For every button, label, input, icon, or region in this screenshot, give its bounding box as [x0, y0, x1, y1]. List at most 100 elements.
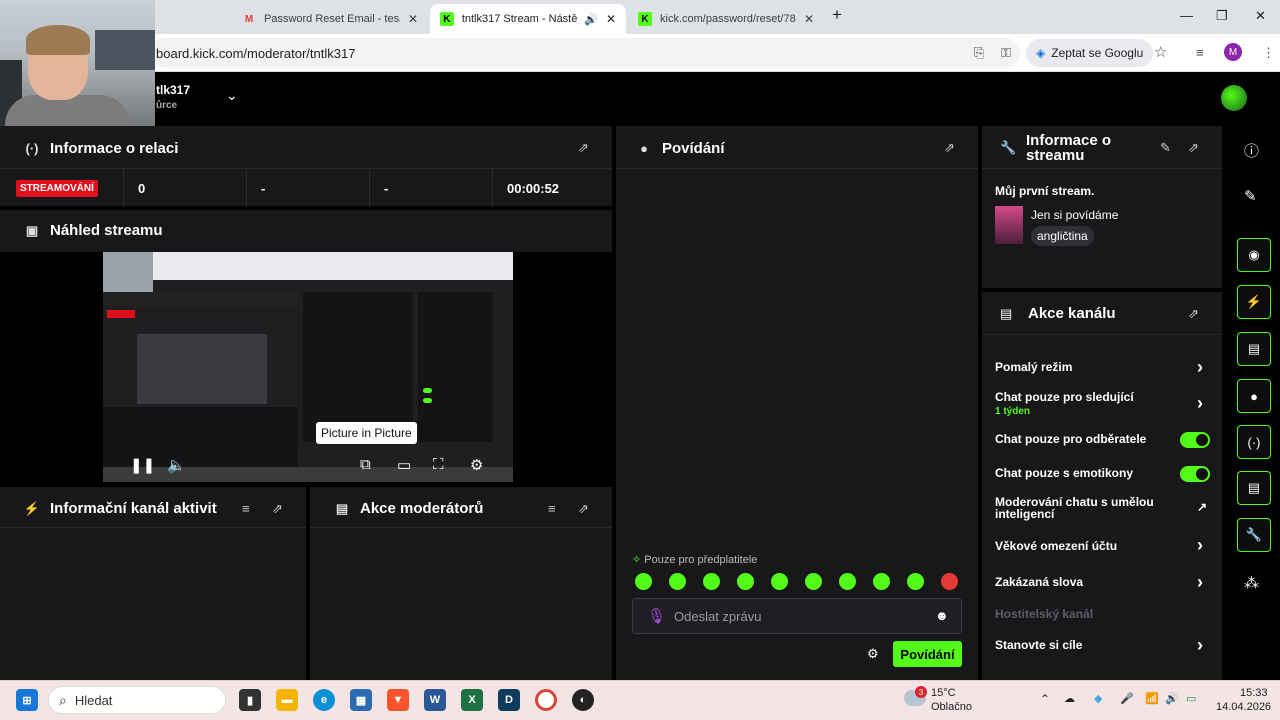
add-widget-icon[interactable]: ⁂ [1244, 574, 1259, 592]
speaker-icon[interactable]: 🔊 [584, 13, 598, 26]
excel-icon[interactable]: X [461, 689, 483, 711]
action-banned-words[interactable]: Zakázaná slova [995, 575, 1083, 589]
rail-preview-button[interactable]: ◉ [1237, 238, 1271, 272]
word-icon[interactable]: W [424, 689, 446, 711]
settings-icon[interactable]: ⚙ [470, 456, 483, 474]
clock-time[interactable]: 15:33 [1240, 687, 1268, 699]
edit-icon[interactable]: ✎ [1160, 140, 1171, 156]
mic-icon[interactable]: 🎤 [1120, 692, 1134, 705]
chrome-icon[interactable] [535, 689, 557, 711]
chevron-right-icon[interactable]: › [1197, 535, 1203, 556]
star-icon[interactable]: ☆ [1154, 43, 1167, 61]
close-icon[interactable]: ✕ [606, 12, 616, 26]
security-icon[interactable]: ◆ [1094, 692, 1102, 705]
battery-icon[interactable]: ▭ [1186, 692, 1196, 705]
tab-stream-dashboard[interactable]: K tntlk317 Stream - Nástěnka 🔊 ✕ [430, 4, 626, 34]
minimize-icon[interactable]: — [1180, 8, 1193, 23]
chevron-up-icon[interactable]: ⌃ [1040, 692, 1050, 706]
filter-icon[interactable]: ≡ [242, 501, 250, 516]
emotes-only-toggle[interactable] [1180, 466, 1210, 482]
chevron-down-icon[interactable]: ⌄ [226, 87, 238, 104]
media-control-icon[interactable]: ≡ [1196, 45, 1204, 60]
emote-1[interactable] [635, 573, 652, 590]
action-ai-moderation[interactable]: Moderování chatu s umělou inteligencí [995, 496, 1165, 520]
chat-input[interactable]: 🎙 Odeslat zprávu ☻ [632, 598, 962, 634]
chevron-right-icon[interactable]: › [1197, 635, 1203, 656]
rail-streaminfo-button[interactable]: 🔧 [1237, 518, 1271, 552]
microphone-icon[interactable]: 🎙 [647, 607, 666, 625]
chat-send-button[interactable]: Povídání [893, 641, 962, 667]
close-icon[interactable]: ✕ [804, 12, 814, 26]
action-age-restriction[interactable]: Věkové omezení účtu [995, 539, 1117, 553]
fullscreen-icon[interactable]: ⛶ [433, 456, 444, 473]
chevron-right-icon[interactable]: › [1197, 572, 1203, 593]
stream-preview-video[interactable] [103, 252, 513, 482]
wifi-icon[interactable]: 📶 [1145, 692, 1159, 705]
chat-settings-icon[interactable]: ⚙ [867, 646, 879, 662]
emoji-icon[interactable]: ☻ [935, 608, 949, 623]
taskbar-search[interactable]: ⌕ Hledat [48, 686, 226, 714]
filter-icon[interactable]: ≡ [548, 501, 556, 516]
action-followers-only[interactable]: Chat pouze pro sledující 1 týden [995, 390, 1134, 417]
emote-10[interactable] [941, 573, 958, 590]
action-set-goals[interactable]: Stanovte si cíle [995, 638, 1082, 652]
chevron-right-icon[interactable]: › [1197, 357, 1203, 378]
wrench-icon: 🔧 [1245, 527, 1263, 542]
url-field[interactable]: board.kick.com/moderator/tntlk317 [150, 38, 1020, 68]
action-slow-mode[interactable]: Pomalý režim [995, 360, 1072, 374]
emote-2[interactable] [669, 573, 686, 590]
emote-4[interactable] [737, 573, 754, 590]
translate-icon[interactable]: ⎘ [974, 45, 984, 61]
new-tab-button[interactable]: + [832, 5, 842, 25]
user-avatar[interactable] [1221, 85, 1247, 111]
pip-icon[interactable]: ⧉ [360, 456, 371, 473]
rail-session-button[interactable]: (·) [1237, 425, 1271, 459]
ask-google-button[interactable]: ◈ Zeptat se Googlu [1026, 39, 1154, 67]
edit-stream-icon[interactable]: ✎ [1244, 187, 1257, 205]
info-icon[interactable]: ⓘ [1244, 140, 1259, 161]
rail-activity-button[interactable]: ⚡ [1237, 285, 1271, 319]
task-view-icon[interactable]: ▮ [239, 689, 261, 711]
profile-avatar[interactable]: M [1224, 43, 1242, 61]
onedrive-icon[interactable]: ☁ [1064, 692, 1075, 705]
obs-icon[interactable]: ◐ [572, 689, 594, 711]
popout-icon[interactable]: ⇗ [272, 501, 283, 517]
edge-icon[interactable]: e [313, 689, 335, 711]
file-explorer-icon[interactable]: ▬ [276, 689, 298, 711]
chevron-right-icon[interactable]: › [1197, 393, 1203, 414]
emote-3[interactable] [703, 573, 720, 590]
clock-date[interactable]: 14.04.2026 [1216, 701, 1271, 713]
popout-icon[interactable]: ⇗ [1188, 140, 1199, 156]
windows-start-icon[interactable]: ⊞ [16, 689, 38, 711]
external-link-icon[interactable]: ↗ [1197, 500, 1207, 514]
volume-icon[interactable]: 🔈 [167, 456, 186, 474]
disney-plus-icon[interactable]: D [498, 689, 520, 711]
key-icon[interactable]: ⚿ [1001, 45, 1011, 61]
emote-7[interactable] [839, 573, 856, 590]
rail-modlog-button[interactable]: ▤ [1237, 332, 1271, 366]
emote-6[interactable] [805, 573, 822, 590]
category-thumbnail[interactable] [995, 206, 1023, 244]
popout-icon[interactable]: ⇗ [1188, 306, 1199, 322]
theater-icon[interactable]: ▭ [397, 456, 411, 474]
category-name[interactable]: Jen si povídáme [1031, 208, 1118, 222]
popout-icon[interactable]: ⇗ [944, 140, 955, 156]
popout-icon[interactable]: ⇗ [578, 140, 589, 156]
volume-tray-icon[interactable]: 🔊 [1165, 692, 1179, 705]
store-icon[interactable]: ▦ [350, 689, 372, 711]
popout-icon[interactable]: ⇗ [578, 501, 589, 517]
close-icon[interactable]: ✕ [408, 12, 418, 26]
pause-icon[interactable]: ❚❚ [130, 456, 155, 474]
rail-actions-button[interactable]: ▤ [1237, 471, 1271, 505]
tab-gmail[interactable]: M Password Reset Email - tesarma ✕ [232, 4, 428, 34]
rail-chat-button[interactable]: ● [1237, 379, 1271, 413]
restore-icon[interactable]: ❐ [1216, 8, 1228, 24]
brave-icon[interactable]: ▼ [387, 689, 409, 711]
subscribers-only-toggle[interactable] [1180, 432, 1210, 448]
menu-dots-icon[interactable]: ⋮ [1262, 45, 1275, 61]
emote-5[interactable] [771, 573, 788, 590]
tab-password-reset[interactable]: K kick.com/password/reset/78b7c ✕ [628, 4, 824, 34]
close-window-icon[interactable]: ✕ [1255, 8, 1266, 24]
emote-9[interactable] [907, 573, 924, 590]
emote-8[interactable] [873, 573, 890, 590]
